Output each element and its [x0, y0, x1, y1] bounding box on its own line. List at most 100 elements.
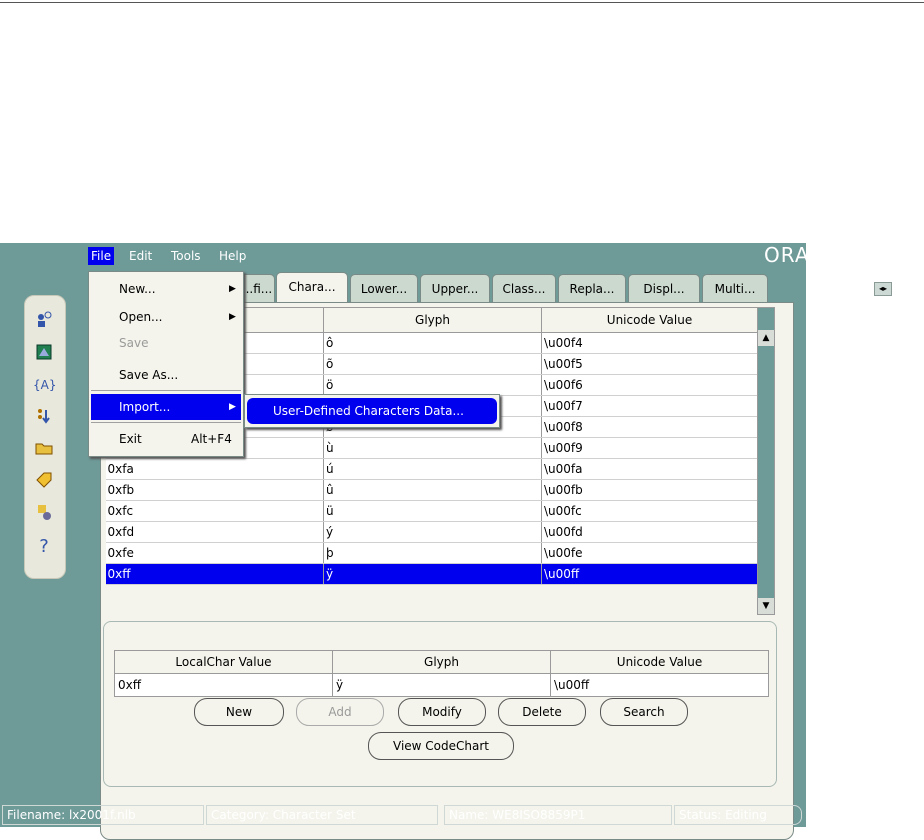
tab-display[interactable]: Displ... [628, 274, 700, 303]
detail-header-glyph: Glyph [332, 650, 551, 674]
glyph-cell[interactable]: ÿ [323, 563, 542, 585]
tab-scroll-arrows-icon[interactable]: ◂▸ [874, 282, 892, 296]
settings-icon[interactable] [33, 502, 55, 524]
menu-item-save-as-label: Save As... [119, 368, 179, 382]
menu-item-open-label: Open... [119, 310, 163, 324]
submenu-arrow-icon: ▶ [229, 402, 236, 412]
submenu-arrow-icon: ▶ [229, 312, 236, 322]
image-icon[interactable] [33, 342, 55, 364]
localchar-cell[interactable]: 0xff [105, 563, 324, 585]
unicode-cell[interactable]: \u00f7 [541, 395, 758, 417]
table-row[interactable]: 0xfe þ \u00fe [105, 542, 758, 564]
glyph-cell[interactable]: þ [323, 542, 542, 564]
tab-uppercase[interactable]: Upper... [420, 274, 490, 303]
glyph-value-field[interactable]: ÿ [332, 673, 551, 697]
tab-definition[interactable]: ...fi... [239, 274, 275, 303]
localchar-cell[interactable]: 0xfd [105, 521, 324, 543]
unicode-cell[interactable]: \u00f6 [541, 374, 758, 396]
top-divider [0, 2, 924, 3]
tab-lowercase[interactable]: Lower... [350, 274, 418, 303]
folder-icon[interactable] [33, 438, 55, 460]
menu-item-import-label: Import... [119, 400, 171, 414]
delete-button[interactable]: Delete [498, 698, 586, 726]
glyph-cell[interactable]: õ [323, 353, 542, 375]
menu-item-save-label: Save [119, 336, 149, 350]
localchar-cell[interactable]: 0xfb [105, 479, 324, 501]
menu-file[interactable]: File [88, 247, 115, 265]
detail-header-unicode: Unicode Value [550, 650, 769, 674]
localchar-value-field[interactable]: 0xff [114, 673, 333, 697]
glyph-cell[interactable]: ô [323, 332, 542, 354]
tab-replacement[interactable]: Repla... [558, 274, 626, 303]
table-scrollbar[interactable]: ▲ ▼ [757, 307, 775, 615]
variable-braces-icon[interactable]: {A} [33, 374, 56, 396]
tag-icon[interactable] [33, 470, 55, 492]
glyph-cell[interactable]: ù [323, 437, 542, 459]
status-bar: Filename: lx2001f.nlb Category: Characte… [0, 803, 806, 827]
menu-item-open[interactable]: Open... ▶ [91, 304, 241, 330]
menu-item-user-defined-characters[interactable]: User-Defined Characters Data... [247, 398, 497, 424]
menu-help[interactable]: Help [216, 247, 249, 265]
help-icon[interactable]: ? [33, 536, 55, 558]
menu-item-save[interactable]: Save [91, 330, 241, 356]
unicode-cell[interactable]: \u00fe [541, 542, 758, 564]
menu-item-save-as[interactable]: Save As... [91, 362, 241, 388]
detail-panel: LocalChar Value Glyph Unicode Value 0xff… [103, 621, 777, 787]
oracle-logo: ORACLE [764, 243, 850, 267]
menu-item-exit-label: Exit [119, 432, 142, 446]
sort-icon[interactable] [33, 406, 55, 428]
scroll-up-icon[interactable]: ▲ [758, 330, 774, 346]
menu-tools[interactable]: Tools [168, 247, 204, 265]
unicode-cell[interactable]: \u00fc [541, 500, 758, 522]
menu-item-new-label: New... [119, 282, 156, 296]
table-row[interactable]: 0xfb û \u00fb [105, 479, 758, 501]
unicode-cell[interactable]: \u00f8 [541, 416, 758, 438]
menu-separator [91, 390, 241, 391]
modify-button[interactable]: Modify [398, 698, 486, 726]
glyph-cell[interactable]: ü [323, 500, 542, 522]
table-row[interactable]: 0xfa ú \u00fa [105, 458, 758, 480]
unicode-cell[interactable]: \u00fa [541, 458, 758, 480]
menu-item-import[interactable]: Import... ▶ [91, 394, 241, 420]
unicode-cell[interactable]: \u00f5 [541, 353, 758, 375]
status-category: Category: Character Set [206, 805, 438, 825]
vertical-toolbar: {A} ? [24, 295, 66, 579]
table-row[interactable]: 0xfc ü \u00fc [105, 500, 758, 522]
localchar-cell[interactable]: 0xfc [105, 500, 324, 522]
search-button[interactable]: Search [600, 698, 688, 726]
tab-characters[interactable]: Chara... [276, 272, 348, 304]
unicode-cell[interactable]: \u00f4 [541, 332, 758, 354]
localchar-cell[interactable]: 0xfa [105, 458, 324, 480]
localchar-cell[interactable]: 0xfe [105, 542, 324, 564]
tab-classification[interactable]: Class... [492, 274, 556, 303]
tab-multibyte[interactable]: Multi... [702, 274, 768, 303]
glyph-cell[interactable]: ú [323, 458, 542, 480]
unicode-cell[interactable]: \u00fb [541, 479, 758, 501]
view-codechart-button[interactable]: View CodeChart [368, 732, 514, 760]
file-menu-dropdown: New... ▶ Open... ▶ Save Save As... Import.… [88, 271, 244, 457]
glyph-cell[interactable]: û [323, 479, 542, 501]
menu-item-user-defined-label: User-Defined Characters Data... [273, 404, 464, 418]
column-header-unicode[interactable]: Unicode Value [541, 307, 758, 333]
add-button[interactable]: Add [296, 698, 384, 726]
table-row[interactable]: 0xff ÿ \u00ff [105, 563, 758, 585]
unicode-cell[interactable]: \u00fd [541, 521, 758, 543]
column-header-glyph[interactable]: Glyph [323, 307, 542, 333]
menu-separator [91, 422, 241, 423]
glyph-cell[interactable]: ý [323, 521, 542, 543]
menu-item-new[interactable]: New... ▶ [91, 276, 241, 302]
glyph-cell[interactable]: ö [323, 374, 542, 396]
users-icon[interactable] [33, 310, 55, 332]
unicode-cell[interactable]: \u00ff [541, 563, 758, 585]
menu-item-exit[interactable]: Exit Alt+F4 [91, 426, 241, 452]
scroll-down-icon[interactable]: ▼ [758, 598, 774, 614]
status-state: Status: Editing [674, 805, 802, 825]
unicode-cell[interactable]: \u00f9 [541, 437, 758, 459]
unicode-value-field[interactable]: \u00ff [550, 673, 769, 697]
table-row[interactable]: 0xfd ý \u00fd [105, 521, 758, 543]
status-name: Name: WE8ISO8859P1 [444, 805, 672, 825]
new-button[interactable]: New [194, 698, 284, 726]
submenu-arrow-icon: ▶ [229, 284, 236, 294]
menu-edit[interactable]: Edit [126, 247, 155, 265]
import-submenu: User-Defined Characters Data... [244, 394, 500, 428]
